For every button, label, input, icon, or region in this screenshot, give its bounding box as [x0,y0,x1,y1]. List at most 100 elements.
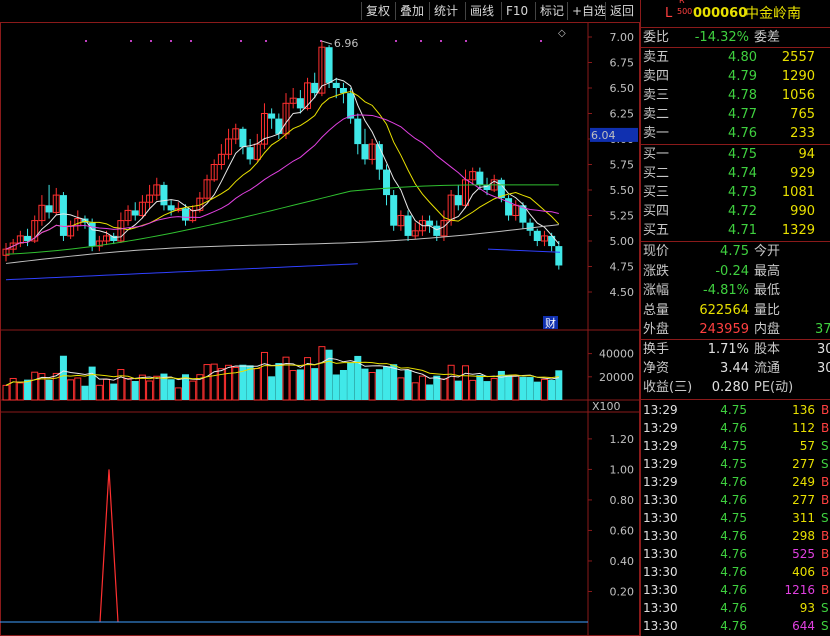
bid-label: 买四 [643,204,670,219]
candle-body [268,113,276,119]
quote-label-2: 今开 [754,244,781,259]
volume-bar [332,374,340,400]
toolbar-button-5[interactable]: 标记 [535,2,568,20]
tick-volume: 277 [792,457,815,471]
quote-value: 3.44 [720,361,749,376]
stock-header: L R 500 000060 中金岭南 [641,0,830,26]
volume-bar [404,369,412,400]
event-marker [420,40,422,42]
tick-time: 13:30 [643,493,678,507]
volume-bar [217,368,225,401]
tick-volume: 277 [792,493,815,507]
stock-badge-top: R [679,0,685,5]
volume-bar [311,368,319,400]
volume-bar [461,365,469,401]
webi-label: 委比 [643,30,670,45]
tick-row: 13:30 4.76 277 B [641,491,830,509]
volume-bar [146,380,154,401]
volume-bar [81,385,89,400]
bid-row: 买二 4.74 929 [641,164,830,183]
tick-row: 13:29 4.76 112 B [641,419,830,437]
quote-value: -4.81% [703,283,749,298]
candle-body [383,169,391,196]
price-tick-label: 5.75 [610,159,635,172]
tick-row: 13:29 4.75 277 S [641,455,830,473]
toolbar-button-7[interactable]: 返回 [605,2,638,20]
volume-bar [519,376,527,400]
volume-bar [289,370,297,401]
candle-body [311,82,319,94]
candle-body [390,195,398,226]
candle-body [347,93,355,119]
price-tick-label: 5.25 [610,210,635,223]
bid-label: 买一 [643,147,670,162]
tick-price: 4.75 [720,439,747,453]
toolbar-button-6[interactable]: +自选 [567,2,610,20]
price-tick-label: 6.50 [610,82,635,95]
volume-bar [268,376,276,400]
toolbar-button-1[interactable]: 叠加 [395,2,428,20]
ask-row: 卖五 4.80 2557 [641,48,830,67]
volume-bar [512,375,520,401]
tick-row: 13:30 4.76 298 B [641,527,830,545]
bid-row: 买三 4.73 1081 [641,183,830,202]
tick-side: S [821,439,829,453]
tick-side: B [821,475,830,489]
volume-bar [476,375,484,400]
tick-volume: 93 [799,601,815,615]
volume-bar [124,378,132,401]
bid-volume: 1329 [781,223,815,238]
bid-price: 4.72 [728,204,757,219]
volume-bar [339,369,347,400]
tick-row: 13:30 4.76 93 S [641,599,830,617]
candle-body [275,118,283,134]
toolbar-button-0[interactable]: 复权 [361,2,394,20]
tick-volume: 298 [792,529,815,543]
volume-bar [225,364,233,401]
toolbar-button-4[interactable]: F10 [501,2,532,20]
quote-row: 涨幅 -4.81% 最低 [641,281,830,300]
quote-value: 622564 [699,302,749,318]
stock-prefix: L [665,6,673,21]
indicator-tick-label: 0.40 [610,555,635,568]
event-marker [395,40,397,42]
indicator-tick-label: 1.20 [610,433,635,446]
price-tick-label: 5.00 [610,235,635,248]
tick-volume: 249 [792,475,815,489]
tick-row: 13:30 4.76 1216 B [641,581,830,599]
bid-price: 4.74 [728,166,757,181]
price-tick-label: 6.25 [610,108,635,121]
quote-row: 净资 3.44 流通 30 [641,359,830,378]
candle-body [181,208,189,221]
quote-row: 现价 4.75 今开 [641,242,830,261]
chart-area[interactable]: 7.006.756.506.256.005.755.505.255.004.75… [0,22,640,636]
indicator-tick-label: 0.80 [610,494,635,507]
candle-body [533,230,541,241]
bid-row: 买五 4.71 1329 [641,221,830,240]
event-marker [170,40,172,42]
tick-price: 4.76 [720,547,747,561]
tick-row: 13:30 4.76 644 S [641,617,830,635]
tick-price: 4.76 [720,529,747,543]
tick-price: 4.75 [720,511,747,525]
ask-price: 4.80 [728,50,757,65]
volume-bar [483,381,491,400]
bid-row: 买四 4.72 990 [641,202,830,221]
candle-body [454,195,462,206]
toolbar-button-3[interactable]: 画线 [465,2,498,20]
volume-bar [390,364,398,400]
chart-toolbar: 复权 叠加 统计 画线 F10 标记 +自选 返回 [0,0,640,23]
tick-price: 4.76 [720,601,747,615]
tick-row: 13:30 4.75 311 S [641,509,830,527]
toolbar-button-2[interactable]: 统计 [429,2,462,20]
volume-bar [131,381,139,400]
candle-body [332,82,340,88]
ask-label: 卖五 [643,50,670,65]
tick-side: S [821,457,829,471]
tick-row: 13:29 4.75 57 S [641,437,830,455]
volume-bar [490,377,498,401]
tick-price: 4.76 [720,475,747,489]
bid-label: 买二 [643,166,670,181]
volume-bar [426,384,434,400]
volume-bar [31,371,39,401]
